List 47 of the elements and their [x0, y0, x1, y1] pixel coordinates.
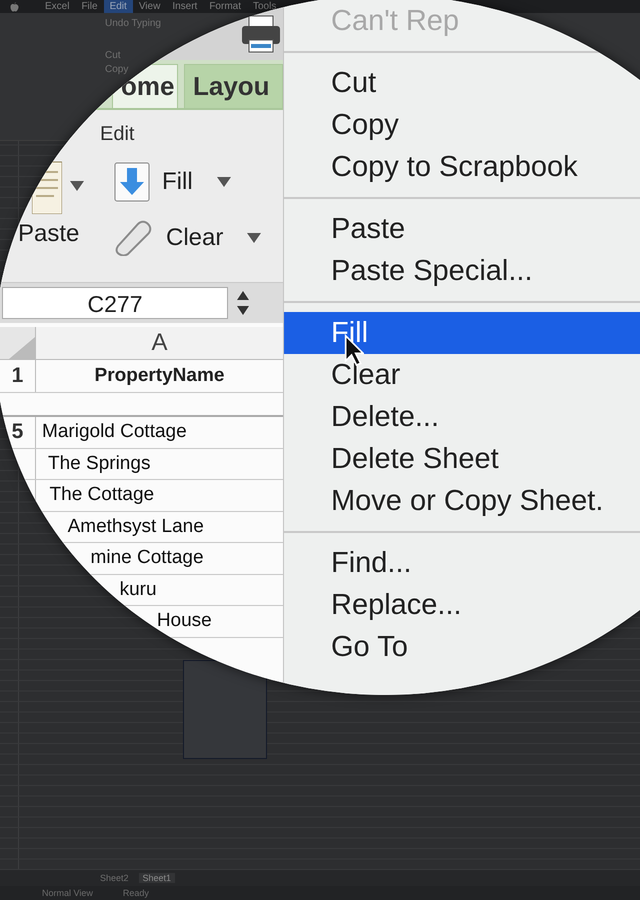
table-cell: Amethsyst Lane — [68, 516, 204, 538]
sheet-tab[interactable]: Sheet1 — [138, 873, 176, 883]
printer-icon[interactable] — [241, 14, 281, 54]
menu-item[interactable]: Paste — [331, 212, 406, 246]
column-header[interactable]: A — [36, 327, 283, 359]
stepper-icon[interactable] — [236, 291, 250, 315]
menu-bar-item[interactable]: Insert — [166, 0, 204, 13]
caret-icon[interactable] — [247, 233, 262, 243]
menu-bar-item[interactable]: Excel — [39, 0, 76, 13]
ribbon-tab[interactable]: Layou — [184, 64, 283, 108]
row-header[interactable]: 5 — [12, 420, 24, 444]
name-box[interactable]: C277 — [2, 287, 228, 319]
table-cell: kuru — [120, 578, 157, 601]
table-cell: Marigold Cottage — [42, 421, 187, 444]
menu-bar-item[interactable]: File — [75, 0, 104, 13]
menu-item[interactable]: Move or Copy Sheet. — [331, 484, 604, 518]
table-cell: The Springs — [48, 452, 150, 475]
status-text: Normal View — [42, 888, 93, 898]
row-header[interactable]: 1 — [12, 364, 24, 388]
menu-bar-item[interactable]: Format — [203, 0, 247, 13]
menu-item[interactable]: Fill — [284, 312, 640, 354]
menu-bar-item[interactable]: Edit — [104, 0, 133, 13]
menu-item[interactable]: Copy — [331, 108, 399, 142]
fill-button[interactable]: Fill — [162, 168, 193, 196]
eraser-icon[interactable] — [114, 220, 154, 256]
group-label: Edit — [100, 122, 134, 146]
menu-item[interactable]: Cut — [331, 66, 376, 100]
status-text: Ready — [122, 888, 149, 898]
table-cell: The Cottage — [50, 484, 154, 506]
caret-icon[interactable] — [216, 177, 231, 187]
menu-item[interactable]: Go To — [331, 630, 408, 664]
menu-item[interactable]: Clear — [331, 358, 400, 392]
table-cell: House — [156, 610, 212, 632]
menu-bar-item[interactable]: View — [132, 0, 166, 13]
menu-item[interactable]: Copy to Scrapbook — [331, 150, 578, 184]
fill-down-icon[interactable] — [114, 162, 150, 202]
clear-button[interactable]: Clear — [166, 224, 224, 252]
paste-button[interactable]: Paste — [18, 220, 80, 248]
table-cell-text: PropertyName — [94, 364, 226, 388]
menu-item[interactable]: Paste Special... — [331, 254, 532, 288]
menu-item[interactable]: Find... — [331, 546, 412, 580]
menu-item[interactable]: Delete... — [331, 400, 439, 434]
menu-item[interactable]: Replace... — [331, 588, 462, 622]
caret-icon[interactable] — [70, 181, 84, 191]
table-cell: mine Cottage — [90, 547, 204, 570]
menu-item[interactable]: Delete Sheet — [331, 442, 499, 476]
logo-icon[interactable] — [10, 2, 19, 12]
